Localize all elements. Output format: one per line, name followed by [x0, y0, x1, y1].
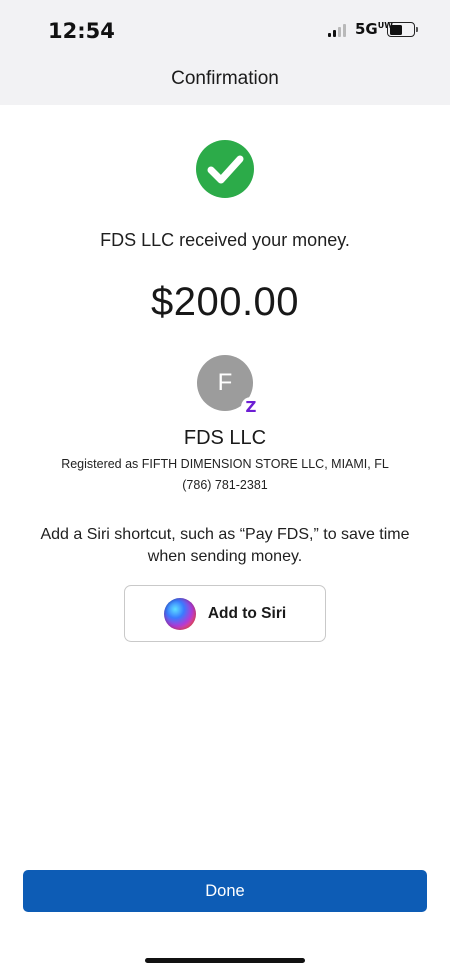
recipient-phone: (786) 781-2381 — [182, 478, 268, 492]
add-to-siri-label: Add to Siri — [207, 604, 287, 622]
check-circle-icon — [196, 140, 254, 198]
add-to-siri-button[interactable]: Add to Siri — [124, 585, 326, 642]
page-title: Confirmation — [171, 68, 279, 89]
confirmation-message: FDS LLC received your money. — [100, 230, 350, 250]
zelle-icon: Z — [241, 397, 261, 417]
recipient-registration: Registered as FIFTH DIMENSION STORE LLC,… — [61, 457, 389, 471]
done-button[interactable]: Done — [23, 870, 427, 912]
home-indicator[interactable] — [145, 958, 305, 963]
status-time: 12:54 — [48, 19, 115, 43]
recipient-name: FDS LLC — [183, 427, 267, 449]
signal-strength-icon — [328, 24, 346, 37]
battery-icon — [387, 22, 418, 37]
siri-icon — [163, 597, 196, 630]
avatar-initial: F — [217, 369, 233, 396]
siri-prompt: Add a Siri shortcut, such as “Pay FDS,” … — [40, 526, 410, 565]
status-bar: 12:54 5GUW — [0, 0, 450, 60]
top-area: 12:54 5GUW Confirmation — [0, 0, 450, 105]
amount: $200.00 — [150, 280, 300, 324]
